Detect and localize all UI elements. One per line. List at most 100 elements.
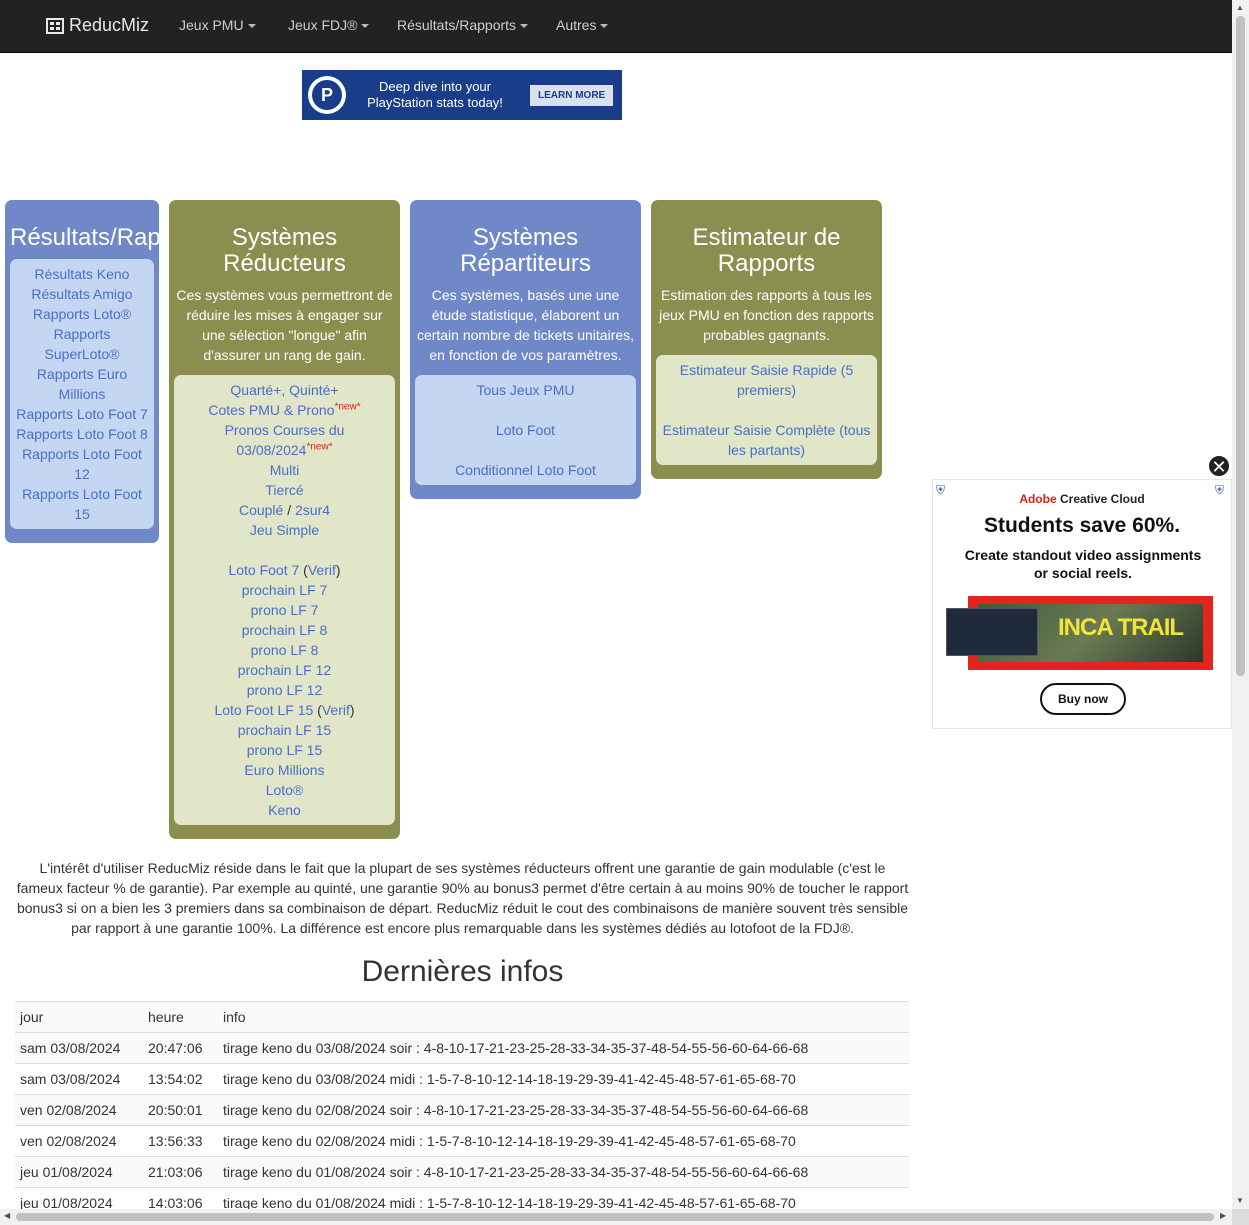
link-tous-jeux-pmu[interactable]: Tous Jeux PMU — [421, 380, 630, 400]
cell-heure: 20:47:06 — [143, 1032, 218, 1064]
link-prochain-lf12[interactable]: prochain LF 12 — [180, 660, 389, 680]
scroll-left-icon[interactable]: ◀ — [4, 1211, 10, 1220]
ad-banner-right[interactable]: ⛨ ⛨ Adobe Creative Cloud Students save 6… — [932, 479, 1232, 729]
cell-jour: ven 02/08/2024 — [15, 1125, 143, 1157]
brand-link[interactable]: ReducMiz — [46, 15, 149, 36]
scroll-right-icon[interactable]: ▶ — [1220, 1211, 1226, 1220]
link-loto-foot-lf15[interactable]: Loto Foot LF 15 — [214, 702, 313, 718]
column-header: jour — [15, 1001, 143, 1033]
section-title: Dernières infos — [361, 955, 564, 988]
ad-buy-now-button[interactable]: Buy now — [1040, 683, 1126, 715]
nav-jeux-pmu[interactable]: Jeux PMU — [179, 17, 256, 33]
ad-brand-prefix: Adobe — [1019, 492, 1057, 506]
link-pronos-courses[interactable]: Pronos Courses du 03/08/2024 — [225, 422, 345, 458]
nav-autres[interactable]: Autres — [556, 17, 609, 33]
nav-resultats-rapports[interactable]: Résultats/Rapports — [397, 17, 529, 33]
nav-label: Autres — [556, 17, 597, 33]
link-rapports-loto-foot-8[interactable]: Rapports Loto Foot 8 — [16, 424, 148, 444]
panel-links: Quarté+, Quinté+ Cotes PMU & Prono*new* … — [174, 375, 395, 825]
cell-info: tirage keno du 02/08/2024 midi : 1-5-7-8… — [218, 1125, 909, 1157]
intro-paragraph: L'intérêt d'utiliser ReducMiz réside dan… — [16, 860, 909, 936]
nav-jeux-fdj[interactable]: Jeux FDJ® — [288, 17, 370, 33]
link-rapports-euro-millions[interactable]: Rapports Euro Millions — [16, 364, 148, 404]
ad-subheadline: Create standout video assignments or soc… — [964, 547, 1202, 581]
separator: / — [283, 502, 295, 518]
link-prochain-lf7[interactable]: prochain LF 7 — [180, 580, 389, 600]
cell-heure: 13:54:02 — [143, 1063, 218, 1095]
panel-systemes-reducteurs: Systèmes Réducteurs Ces systèmes vous pe… — [169, 200, 400, 839]
ad-close-button[interactable]: ✕ — [1207, 454, 1231, 478]
table-header-row: jour heure info — [15, 1001, 909, 1033]
cotes-row: Cotes PMU & Prono*new* — [180, 400, 389, 420]
cell-heure: 13:56:33 — [143, 1125, 218, 1157]
link-rapports-loto-foot-7[interactable]: Rapports Loto Foot 7 — [16, 404, 148, 424]
lotofoot7-row: Loto Foot 7 (Verif) — [180, 560, 389, 580]
ad-learn-more-button[interactable]: LEARN MORE — [530, 84, 614, 106]
paren: ( — [313, 702, 322, 718]
link-prochain-lf15[interactable]: prochain LF 15 — [180, 720, 389, 740]
scroll-down-icon[interactable]: ▼ — [1236, 1196, 1244, 1205]
link-verif-lf7[interactable]: Verif — [308, 562, 336, 578]
ad-text: Deep dive into your PlayStation stats to… — [367, 79, 503, 110]
cell-info: tirage keno du 01/08/2024 soir : 4-8-10-… — [218, 1156, 909, 1188]
infos-table: jour heure info sam 03/08/2024 20:47:06 … — [15, 1001, 909, 1219]
panel-title: Systèmes Réducteurs — [223, 224, 346, 277]
cell-jour: sam 03/08/2024 — [15, 1032, 143, 1064]
cell-info: tirage keno du 03/08/2024 soir : 4-8-10-… — [218, 1032, 909, 1064]
table-row: sam 03/08/2024 13:54:02 tirage keno du 0… — [15, 1063, 909, 1095]
caret-down-icon — [361, 24, 370, 29]
brand-name: ReducMiz — [69, 15, 150, 35]
link-prono-lf8[interactable]: prono LF 8 — [180, 640, 389, 660]
link-rapports-loto[interactable]: Rapports Loto® — [16, 304, 148, 324]
link-jeu-simple[interactable]: Jeu Simple — [180, 520, 389, 540]
link-multi[interactable]: Multi — [180, 460, 389, 480]
link-prono-lf7[interactable]: prono LF 7 — [180, 600, 389, 620]
link-resultats-amigo[interactable]: Résultats Amigo — [16, 284, 148, 304]
panel-estimateur-rapports: Estimateur de Rapports Estimation des ra… — [651, 200, 882, 479]
keno-grid-icon — [46, 17, 64, 34]
playstation-logo-icon: P — [308, 76, 346, 114]
paren: ( — [299, 562, 308, 578]
panel-description: Ces systèmes vous permettront de réduire… — [176, 287, 393, 363]
nav-label: Jeux PMU — [179, 17, 244, 33]
link-prochain-lf8[interactable]: prochain LF 8 — [180, 620, 389, 640]
link-keno[interactable]: Keno — [180, 800, 389, 820]
panel-resultats-rapports: Résultats/Rapports Résultats Keno Résult… — [5, 200, 159, 543]
link-prono-lf12[interactable]: prono LF 12 — [180, 680, 389, 700]
link-verif-lf15[interactable]: Verif — [322, 702, 350, 718]
link-estimateur-saisie-complete[interactable]: Estimateur Saisie Complète (tous les par… — [662, 420, 871, 460]
link-resultats-keno[interactable]: Résultats Keno — [16, 264, 148, 284]
ad-banner-text: INCA TRAIL — [1058, 614, 1184, 641]
link-tierce[interactable]: Tiercé — [180, 480, 389, 500]
scroll-up-icon[interactable]: ▲ — [1236, 3, 1244, 12]
pronos-row: Pronos Courses du 03/08/2024*new* — [180, 420, 389, 460]
caret-down-icon — [247, 24, 256, 29]
table-row: ven 02/08/2024 20:50:01 tirage keno du 0… — [15, 1094, 909, 1126]
link-euro-millions[interactable]: Euro Millions — [180, 760, 389, 780]
paren: ) — [349, 702, 355, 718]
ad-banner-top[interactable]: P Deep dive into your PlayStation stats … — [302, 70, 622, 120]
link-rapports-superloto[interactable]: Rapports SuperLoto® — [16, 324, 148, 364]
table-row: jeu 01/08/2024 21:03:06 tirage keno du 0… — [15, 1156, 909, 1188]
ad-brand: Adobe Creative Cloud — [933, 492, 1231, 506]
link-loto-foot[interactable]: Loto Foot — [421, 420, 630, 440]
scrollbar-thumb[interactable] — [16, 1213, 1214, 1221]
panel-links: Tous Jeux PMU Loto Foot Conditionnel Lot… — [415, 375, 636, 485]
new-badge: *new* — [334, 401, 361, 413]
vertical-scrollbar[interactable]: ▲ ▼ — [1232, 0, 1249, 1209]
scrollbar-thumb[interactable] — [1236, 16, 1245, 676]
link-prono-lf15[interactable]: prono LF 15 — [180, 740, 389, 760]
link-quarte-quinte[interactable]: Quarté+, Quinté+ — [180, 380, 389, 400]
link-rapports-loto-foot-15[interactable]: Rapports Loto Foot 15 — [16, 484, 148, 524]
link-conditionnel-loto-foot[interactable]: Conditionnel Loto Foot — [421, 460, 630, 480]
link-rapports-loto-foot-12[interactable]: Rapports Loto Foot 12 — [16, 444, 148, 484]
caret-down-icon — [600, 24, 609, 29]
link-loto[interactable]: Loto® — [180, 780, 389, 800]
table-row: ven 02/08/2024 13:56:33 tirage keno du 0… — [15, 1125, 909, 1157]
link-estimateur-saisie-rapide[interactable]: Estimateur Saisie Rapide (5 premiers) — [662, 360, 871, 400]
horizontal-scrollbar[interactable]: ◀ ▶ — [0, 1209, 1232, 1225]
link-2sur4[interactable]: 2sur4 — [295, 502, 330, 518]
link-loto-foot-7[interactable]: Loto Foot 7 — [228, 562, 299, 578]
link-couple[interactable]: Couplé — [239, 502, 283, 518]
link-cotes-pmu-prono[interactable]: Cotes PMU & Prono — [208, 402, 334, 418]
